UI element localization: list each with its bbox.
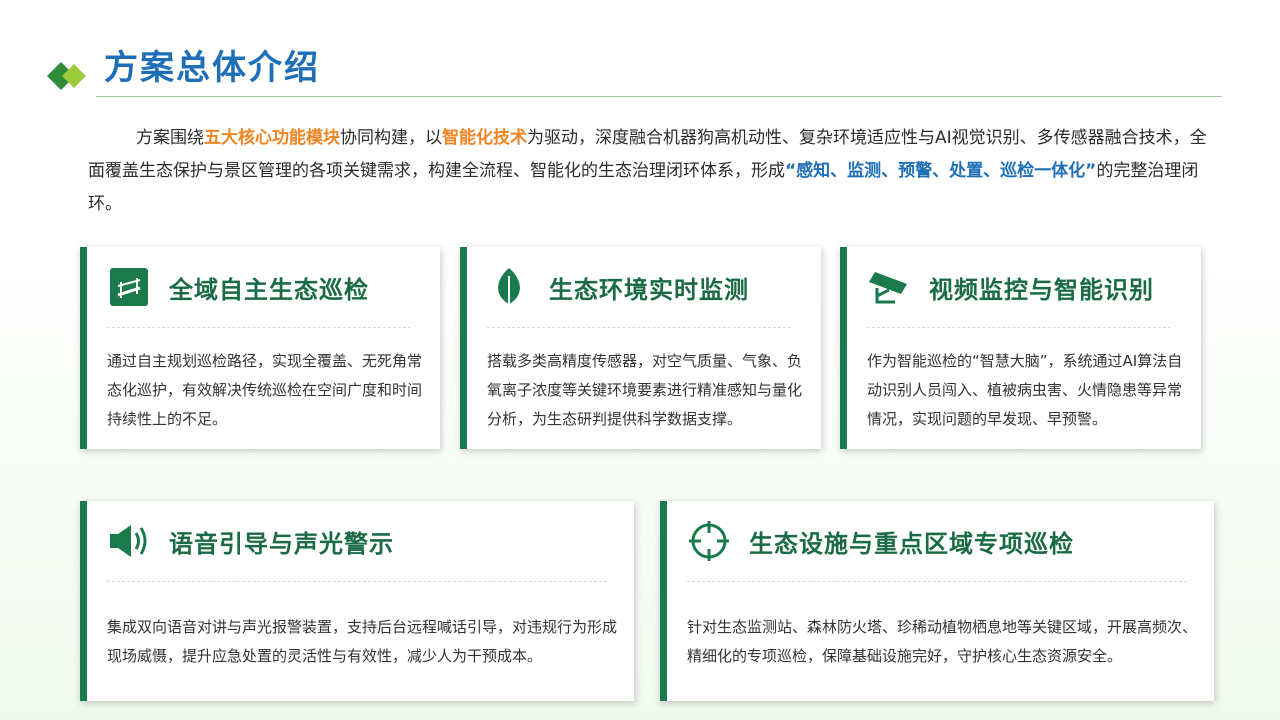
intro-text: 方案围绕	[136, 128, 204, 148]
card-description: 集成双向语音对讲与声光报警装置，支持后台远程喊话引导，对违规行为形成现场威慑，提…	[107, 618, 618, 665]
intro-highlight-integration: “感知、监测、预警、处置、巡检一体化”	[785, 161, 1097, 181]
feature-card-video: 视频监控与智能识别 作为智能巡检的“智慧大脑”，系统通过AI算法自动识别人员闯入…	[840, 247, 1201, 449]
intro-text: 协同构建，以	[340, 128, 442, 148]
intro-highlight-tech: 智能化技术	[442, 128, 527, 148]
feature-card-voice: 语音引导与声光警示 集成双向语音对讲与声光报警装置，支持后台远程喊话引导，对违规…	[80, 501, 634, 701]
card-divider	[487, 327, 791, 328]
card-description: 通过自主规划巡检路径，实现全覆盖、无死角常态化巡护，有效解决传统巡检在空间广度和…	[107, 352, 423, 428]
feature-card-patrol: 全域自主生态巡检 通过自主规划巡检路径，实现全覆盖、无死角常态化巡护，有效解决传…	[80, 247, 440, 449]
card-title: 生态环境实时监测	[549, 275, 749, 304]
card-description: 作为智能巡检的“智慧大脑”，系统通过AI算法自动识别人员闯入、植被病虫害、火情隐…	[867, 352, 1183, 428]
card-divider	[687, 581, 1187, 582]
intro-highlight-modules: 五大核心功能模块	[204, 128, 340, 148]
patrol-road-icon	[107, 265, 151, 309]
speaker-icon	[107, 519, 151, 563]
crosshair-icon	[687, 519, 731, 563]
camera-icon	[867, 265, 911, 309]
card-description: 针对生态监测站、森林防火塔、珍稀动植物栖息地等关键区域，开展高频次、精细化的专项…	[687, 618, 1198, 665]
feature-card-facility: 生态设施与重点区域专项巡检 针对生态监测站、森林防火塔、珍稀动植物栖息地等关键区…	[660, 501, 1214, 701]
card-title: 全域自主生态巡检	[169, 275, 369, 304]
card-divider	[107, 581, 607, 582]
card-header: 生态设施与重点区域专项巡检	[687, 519, 1074, 563]
card-divider	[867, 327, 1171, 328]
title-divider	[96, 96, 1222, 97]
card-title: 语音引导与声光警示	[169, 529, 394, 558]
card-description: 搭载多类高精度传感器，对空气质量、气象、负氧离子浓度等关键环境要素进行精准感知与…	[487, 352, 803, 428]
page-title: 方案总体介绍	[104, 48, 320, 88]
card-header: 视频监控与智能识别	[867, 265, 1154, 309]
card-header: 全域自主生态巡检	[107, 265, 369, 309]
card-title: 视频监控与智能识别	[929, 275, 1154, 304]
card-divider	[107, 327, 411, 328]
card-header: 语音引导与声光警示	[107, 519, 394, 563]
leaf-icon	[487, 265, 531, 309]
feature-card-monitoring: 生态环境实时监测 搭载多类高精度传感器，对空气质量、气象、负氧离子浓度等关键环境…	[460, 247, 821, 449]
card-header: 生态环境实时监测	[487, 265, 749, 309]
intro-paragraph: 方案围绕五大核心功能模块协同构建，以智能化技术为驱动，深度融合机器狗高机动性、复…	[88, 122, 1208, 221]
card-title: 生态设施与重点区域专项巡检	[749, 529, 1074, 558]
diamond-logo-icon	[46, 58, 92, 94]
